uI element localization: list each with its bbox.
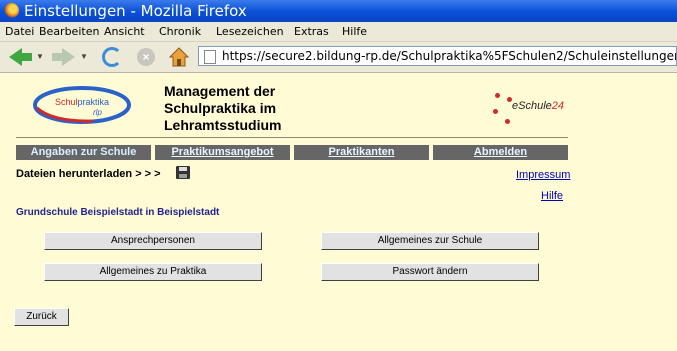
allgemeines-zur-schule-button[interactable]: Allgemeines zur Schule <box>321 232 539 250</box>
address-bar[interactable]: https://secure2.bildung-rp.de/Schulprakt… <box>198 46 677 66</box>
main-nav: Angaben zur Schule Praktikumsangebot Pra… <box>16 145 568 160</box>
download-label: Dateien herunterladen > > > <box>16 168 161 180</box>
back-icon[interactable] <box>6 46 34 68</box>
navigation-toolbar: ▼ ▼ × https://secure2.bildung-rp.de/Schu… <box>0 42 677 73</box>
impressum-link[interactable]: Impressum <box>516 169 570 181</box>
logo-schul-text: Schul <box>55 97 78 107</box>
school-name: Grundschule Beispielstadt in Beispielsta… <box>16 207 220 218</box>
tab-angaben-zur-schule[interactable]: Angaben zur Schule <box>16 145 151 160</box>
url-text: https://secure2.bildung-rp.de/Schulprakt… <box>222 49 677 63</box>
hilfe-link[interactable]: Hilfe <box>541 190 563 202</box>
menu-bar: Datei Bearbeiten Ansicht Chronik Lesezei… <box>0 22 677 42</box>
menu-datei[interactable]: Datei <box>5 22 34 41</box>
ansprechpersonen-button[interactable]: Ansprechpersonen <box>44 232 262 250</box>
menu-extras[interactable]: Extras <box>294 22 329 41</box>
home-icon[interactable] <box>168 46 190 68</box>
logo-rlp-text: rlp <box>93 108 102 117</box>
eschule-number: 24 <box>551 100 565 112</box>
reload-icon[interactable] <box>102 47 122 67</box>
zurueck-button[interactable]: Zurück <box>14 308 69 326</box>
menu-lesezeichen[interactable]: Lesezeichen <box>216 22 284 41</box>
passwort-aendern-button[interactable]: Passwort ändern <box>321 263 539 281</box>
window-titlebar: Einstellungen - Mozilla Firefox <box>0 0 677 22</box>
firefox-icon <box>4 3 19 18</box>
logo-praktika-text: praktika <box>77 97 110 107</box>
tab-praktikumsangebot[interactable]: Praktikumsangebot <box>155 145 290 160</box>
menu-chronik[interactable]: Chronik <box>159 22 201 41</box>
menu-ansicht[interactable]: Ansicht <box>104 22 145 41</box>
page-icon <box>204 49 216 64</box>
title-line-3: Lehramtsstudium <box>164 117 282 133</box>
eschule-text: eSchule <box>512 100 552 112</box>
tab-abmelden[interactable]: Abmelden <box>433 145 568 160</box>
forward-dropdown-icon[interactable]: ▼ <box>80 52 88 61</box>
schulpraktika-logo: Schulpraktika rlp <box>33 86 131 124</box>
page-content: Schulpraktika rlp Management der Schulpr… <box>0 73 677 351</box>
save-disk-icon[interactable] <box>176 166 190 179</box>
back-dropdown-icon[interactable]: ▼ <box>36 52 44 61</box>
eschule24-logo: eSchule24 <box>491 91 571 129</box>
page-title: Management der Schulpraktika im Lehramts… <box>164 83 314 134</box>
menu-hilfe[interactable]: Hilfe <box>342 22 367 41</box>
window-title: Einstellungen - Mozilla Firefox <box>24 2 247 20</box>
menu-bearbeiten[interactable]: Bearbeiten <box>39 22 99 41</box>
title-line-1: Management der <box>164 83 276 99</box>
allgemeines-zu-praktika-button[interactable]: Allgemeines zu Praktika <box>44 263 262 281</box>
forward-icon[interactable] <box>50 46 76 68</box>
header-divider <box>16 137 568 138</box>
tab-praktikanten[interactable]: Praktikanten <box>294 145 429 160</box>
title-line-2: Schulpraktika im <box>164 100 277 116</box>
stop-icon[interactable]: × <box>137 48 155 66</box>
